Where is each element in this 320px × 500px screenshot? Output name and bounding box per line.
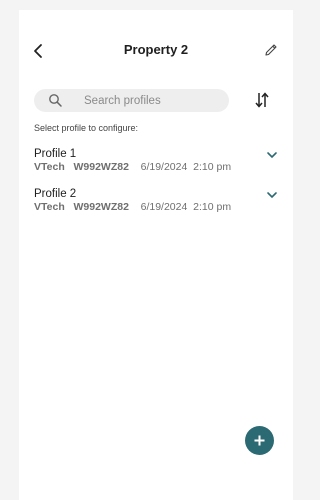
profile-date: 6/19/2024 (140, 201, 188, 213)
profile-date: 6/19/2024 (140, 161, 188, 173)
profile-time: 2:10 pm (193, 201, 232, 213)
search-icon (49, 94, 62, 107)
profile-model: W992WZ82 (73, 201, 129, 213)
sort-icon[interactable] (254, 91, 270, 109)
search-input[interactable] (84, 89, 224, 112)
chevron-down-icon[interactable] (266, 191, 278, 199)
profile-name: Profile 1 (34, 148, 77, 160)
chevron-down-icon[interactable] (266, 151, 278, 159)
plus-icon (254, 435, 265, 446)
add-profile-button[interactable] (245, 426, 274, 455)
profile-model: W992WZ82 (73, 161, 129, 173)
select-profile-hint: Select profile to configure: (34, 123, 139, 133)
profile-row[interactable]: Profile 1 VTech W992WZ82 6/19/2024 2:10 … (34, 148, 284, 174)
profile-meta: VTech W992WZ82 6/19/2024 2:10 pm (34, 161, 231, 173)
search-bar (34, 89, 229, 112)
header: Property 2 (19, 40, 293, 62)
profile-brand: VTech (34, 161, 65, 173)
profile-name: Profile 2 (34, 188, 77, 200)
property-screen: Property 2 Select profile to configure: … (19, 10, 293, 500)
profile-row[interactable]: Profile 2 VTech W992WZ82 6/19/2024 2:10 … (34, 188, 284, 214)
edit-pencil-icon[interactable] (263, 42, 279, 58)
page-title: Property 2 (123, 42, 189, 57)
profile-brand: VTech (34, 201, 65, 213)
profile-meta: VTech W992WZ82 6/19/2024 2:10 pm (34, 201, 231, 213)
profile-time: 2:10 pm (193, 161, 232, 173)
